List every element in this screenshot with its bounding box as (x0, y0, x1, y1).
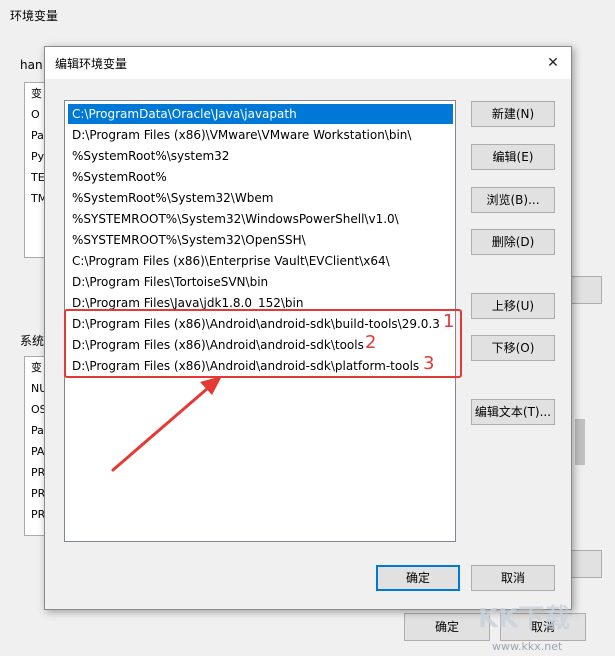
annotation-arrow-icon (111, 376, 222, 472)
watermark-url: www.kkx.net (492, 640, 563, 653)
